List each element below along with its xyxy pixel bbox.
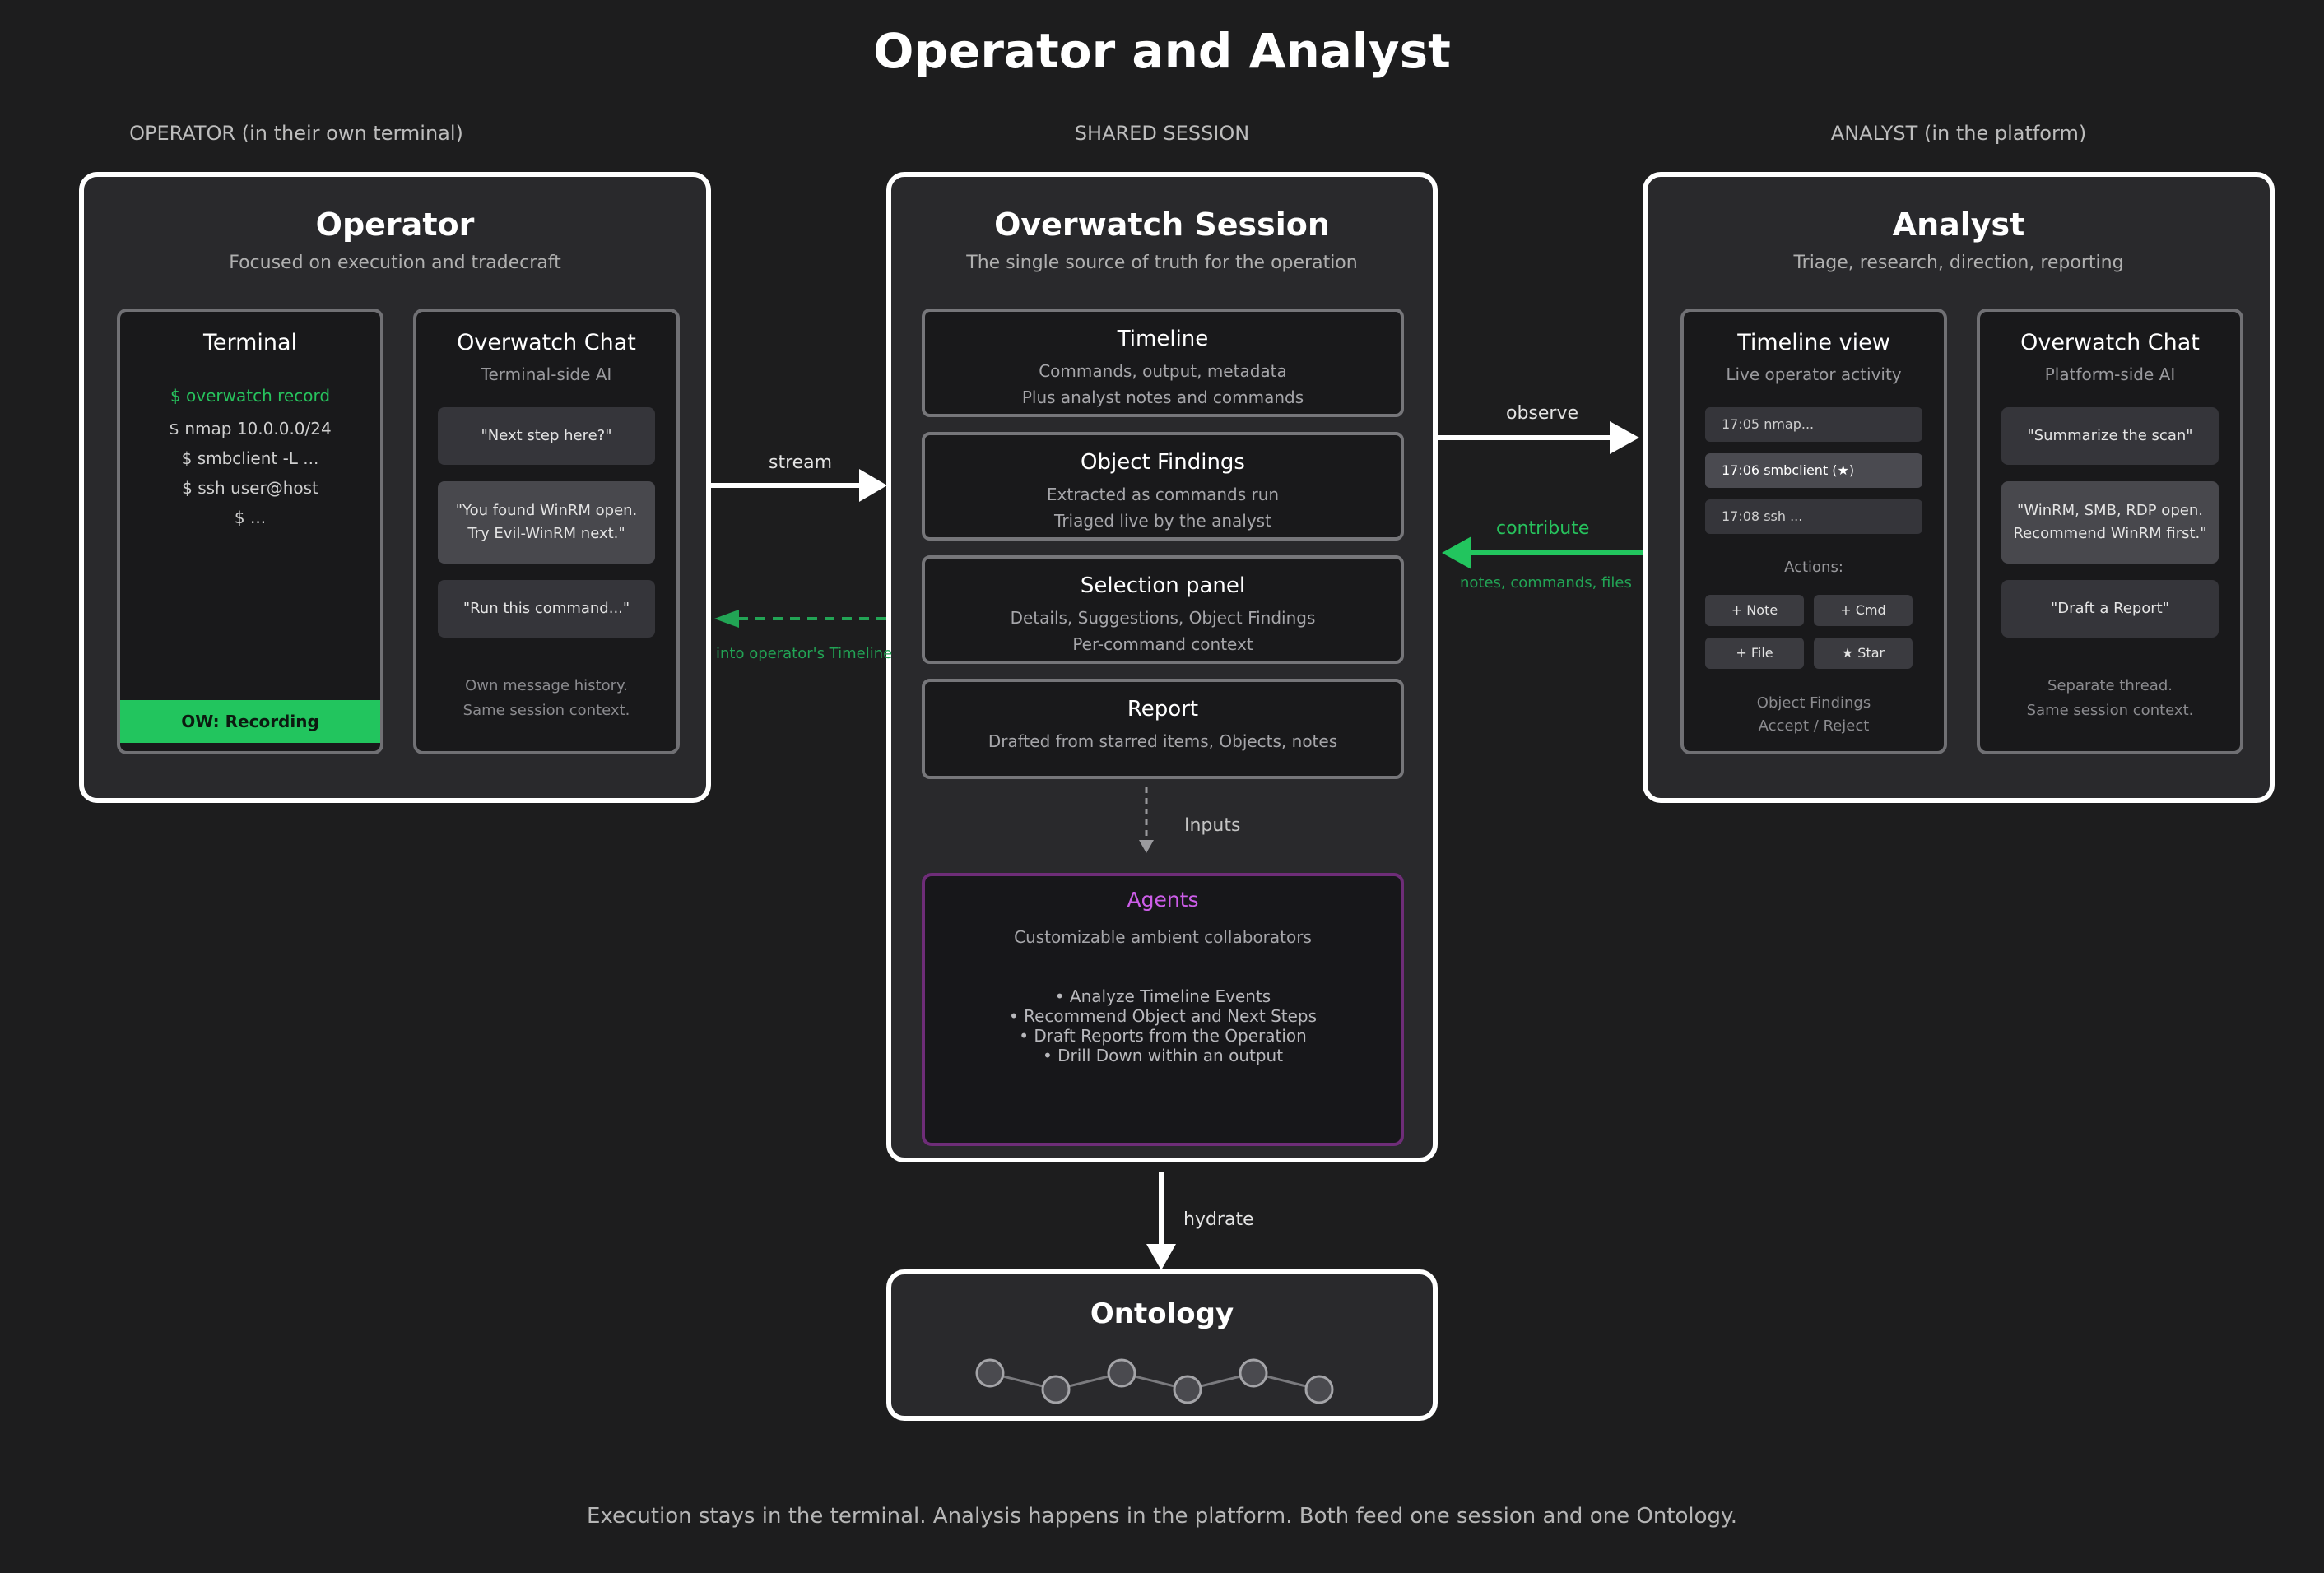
contribute-label: contribute <box>1496 518 1590 539</box>
terminal-box[interactable]: Terminal $ overwatch record $ nmap 10.0.… <box>117 309 383 754</box>
chat-bubble: "Next step here?" <box>438 407 655 465</box>
ontology-node <box>975 1358 1005 1388</box>
timeline-line: Plus analyst notes and commands <box>1021 387 1304 407</box>
actions-label: Actions: <box>1784 559 1843 576</box>
chat-bubble: "You found WinRM open. Try Evil-WinRM nex… <box>438 481 655 564</box>
terminal-line: $ smbclient -L ... <box>181 448 319 468</box>
operator-chat-note: Same session context. <box>462 702 630 719</box>
findings-note: Accept / Reject <box>1758 717 1870 735</box>
chat-bubble: "Run this command..." <box>438 580 655 638</box>
operator-column-label: OPERATOR (in their own terminal) <box>129 122 463 145</box>
star-button[interactable]: ★ Star <box>1814 638 1913 669</box>
timeline-item[interactable]: 17:08 ssh ... <box>1705 499 1922 534</box>
observe-arrowhead <box>1610 421 1639 454</box>
operator-panel: Operator Focused on execution and tradec… <box>79 172 711 803</box>
findings-line: Extracted as commands run <box>1046 485 1280 504</box>
selection-title: Selection panel <box>1080 573 1246 598</box>
agent-item: • Draft Reports from the Operation <box>1019 1026 1307 1046</box>
inputs-label: Inputs <box>1184 815 1241 836</box>
terminal-line: $ overwatch record <box>170 386 331 406</box>
ontology-node <box>1173 1375 1202 1404</box>
session-panel: Overwatch Session The single source of t… <box>886 172 1438 1162</box>
operator-chat-box[interactable]: Overwatch Chat Terminal-side AI "Next st… <box>413 309 680 754</box>
timeline-view-box[interactable]: Timeline view Live operator activity 17:… <box>1680 309 1947 754</box>
terminal-title: Terminal <box>202 330 298 355</box>
operator-chat-subtitle: Terminal-side AI <box>481 364 612 384</box>
selection-line: Details, Suggestions, Object Findings <box>1010 608 1316 628</box>
analyst-column-label: ANALYST (in the platform) <box>1830 122 2087 145</box>
ontology-node <box>1107 1358 1136 1388</box>
ontology-graph <box>975 1358 1334 1404</box>
agent-item: • Recommend Object and Next Steps <box>1008 1006 1318 1026</box>
selection-line: Per-command context <box>1072 634 1253 654</box>
terminal-line: $ ... <box>234 508 267 527</box>
agents-title: Agents <box>1127 888 1199 912</box>
timeline-box[interactable]: Timeline Commands, output, metadata Plus… <box>922 309 1404 417</box>
analyst-chat-note: Separate thread. <box>2047 677 2173 694</box>
operator-subtitle: Focused on execution and tradecraft <box>229 253 561 273</box>
findings-note: Object Findings <box>1756 694 1871 712</box>
ontology-node <box>1041 1375 1071 1404</box>
timeline-title: Timeline <box>1117 327 1209 351</box>
session-title: Overwatch Session <box>994 206 1330 243</box>
contribute-arrowhead <box>1442 536 1471 569</box>
analyst-subtitle: Triage, research, direction, reporting <box>1793 253 2124 273</box>
findings-line: Triaged live by the analyst <box>1054 511 1271 531</box>
contribute-sub-label: notes, commands, files <box>1460 574 1632 592</box>
timeline-item[interactable]: 17:06 smbclient (★) <box>1705 453 1922 488</box>
observe-label: observe <box>1506 403 1579 424</box>
operator-chat-title: Overwatch Chat <box>457 330 636 355</box>
add-file-button[interactable]: + File <box>1705 638 1804 669</box>
chat-bubble: "Draft a Report" <box>2001 580 2219 638</box>
inputs-arrow <box>1139 787 1154 853</box>
ontology-node <box>1304 1375 1334 1404</box>
agent-item: • Drill Down within an output <box>1042 1046 1284 1065</box>
terminal-line: $ ssh user@host <box>182 478 318 498</box>
session-subtitle: The single source of truth for the opera… <box>966 253 1358 273</box>
object-findings-box[interactable]: Object Findings Extracted as commands ru… <box>922 432 1404 541</box>
agent-item: • Analyze Timeline Events <box>1054 986 1271 1006</box>
into-timeline-label: into operator's Timeline <box>716 645 893 662</box>
analyst-chat-box[interactable]: Overwatch Chat Platform-side AI "Summari… <box>1977 309 2243 754</box>
timeline-item[interactable]: 17:05 nmap... <box>1705 407 1922 442</box>
analyst-chat-note: Same session context. <box>2026 702 2194 719</box>
footer-caption: Execution stays in the terminal. Analysi… <box>587 1504 1737 1529</box>
findings-title: Object Findings <box>1081 450 1245 475</box>
add-note-button[interactable]: + Note <box>1705 595 1804 626</box>
page-title: Operator and Analyst <box>873 23 1451 79</box>
agents-box[interactable]: Agents Customizable ambient collaborator… <box>922 873 1404 1146</box>
report-box[interactable]: Report Drafted from starred items, Objec… <box>922 679 1404 779</box>
operator-chat-note: Own message history. <box>465 677 628 694</box>
shared-column-label: SHARED SESSION <box>1074 122 1250 145</box>
operator-title: Operator <box>315 206 475 243</box>
stream-label: stream <box>769 452 833 473</box>
stream-arrowhead <box>859 469 887 502</box>
timeline-view-title: Timeline view <box>1737 330 1890 355</box>
timeline-line: Commands, output, metadata <box>1039 361 1287 381</box>
report-line: Drafted from starred items, Objects, not… <box>988 731 1338 751</box>
selection-panel-box[interactable]: Selection panel Details, Suggestions, Ob… <box>922 555 1404 664</box>
chat-bubble: "Summarize the scan" <box>2001 407 2219 465</box>
analyst-chat-title: Overwatch Chat <box>2020 330 2200 355</box>
add-cmd-button[interactable]: + Cmd <box>1814 595 1913 626</box>
timeline-view-subtitle: Live operator activity <box>1726 364 1902 384</box>
agents-subtitle: Customizable ambient collaborators <box>1014 927 1312 947</box>
analyst-panel: Analyst Triage, research, direction, rep… <box>1643 172 2275 803</box>
chat-bubble: "WinRM, SMB, RDP open. Recommend WinRM fi… <box>2001 481 2219 564</box>
analyst-chat-subtitle: Platform-side AI <box>2044 364 2176 384</box>
report-title: Report <box>1127 697 1199 722</box>
recording-status-bar: OW: Recording <box>120 700 380 743</box>
hydrate-arrowhead <box>1146 1244 1176 1270</box>
ontology-node <box>1239 1358 1268 1388</box>
hydrate-label: hydrate <box>1183 1209 1254 1230</box>
ontology-panel[interactable]: Ontology <box>886 1269 1438 1421</box>
analyst-title: Analyst <box>1892 206 2025 243</box>
terminal-line: $ nmap 10.0.0.0/24 <box>169 419 332 438</box>
into-timeline-arrowhead <box>714 610 739 628</box>
